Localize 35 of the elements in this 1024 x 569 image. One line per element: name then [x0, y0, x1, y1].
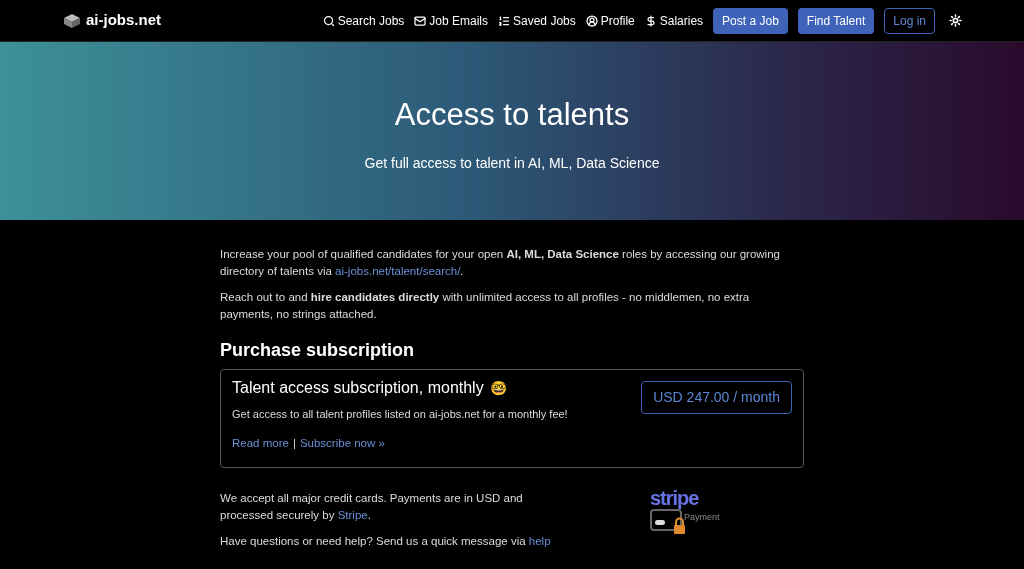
read-more-link[interactable]: Read more [232, 434, 289, 451]
link[interactable]: help [528, 535, 551, 547]
cube-logo-icon [62, 12, 82, 29]
nav-button[interactable]: Post a Job [713, 7, 788, 34]
list-icon [498, 14, 510, 27]
nerd-face-emoji: 🤓 [489, 379, 507, 396]
card-description: Get access to all talent profiles listed on ai-jobs.net for a monthly fee! [232, 407, 568, 422]
separator: | [292, 435, 296, 451]
subscribe-link[interactable]: Subscribe now » [299, 434, 385, 451]
nav-button[interactable]: Log in [884, 7, 935, 34]
paragraph: Reach out to and hire candidates directly with unlimited access to all profiles - no middlemen, no extra payments, no strings attached. [220, 290, 751, 322]
nav-link[interactable]: Salaries [644, 11, 704, 30]
dollar-icon [644, 14, 657, 27]
paragraph: We accept all major credit cards. Payments are in USD and processed securely by Stripe. [220, 491, 524, 523]
payment-caption: Payment [684, 511, 720, 524]
search-icon [322, 14, 335, 27]
stripe-wordmark: stripe [650, 487, 700, 509]
theme-toggle-icon[interactable] [949, 14, 962, 27]
user-icon [585, 14, 598, 27]
link[interactable]: Stripe [337, 508, 368, 521]
nav-link[interactable]: Search Jobs [322, 11, 405, 30]
paragraph: Have questions or need help? Send us a quick message via help [220, 534, 552, 549]
price-button[interactable]: USD 247.00 / month [641, 380, 792, 414]
nav-link[interactable]: Saved Jobs [498, 11, 576, 30]
nav-link[interactable]: Profile [585, 11, 635, 30]
hero-title: Access to talents [394, 96, 630, 135]
nav-button[interactable]: Find Talent [797, 7, 875, 34]
section-heading: Purchase subscription [220, 342, 416, 359]
brand-name[interactable]: ai-jobs.net [86, 9, 161, 32]
nav-link[interactable]: Job Emails [414, 11, 488, 30]
envelope-icon [414, 14, 427, 27]
link[interactable]: ai-jobs.net/talent/search/ [335, 264, 461, 277]
paragraph: Increase your pool of qualified candidates for your open AI, ML, Data Science roles by accessing our growing directory of talents via ai-jobs.net/talent/search/. [220, 247, 781, 279]
card-title: Talent access subscription, monthly [232, 379, 484, 396]
hero-subtitle: Get full access to talent in AI, ML, Data Science [364, 153, 660, 173]
